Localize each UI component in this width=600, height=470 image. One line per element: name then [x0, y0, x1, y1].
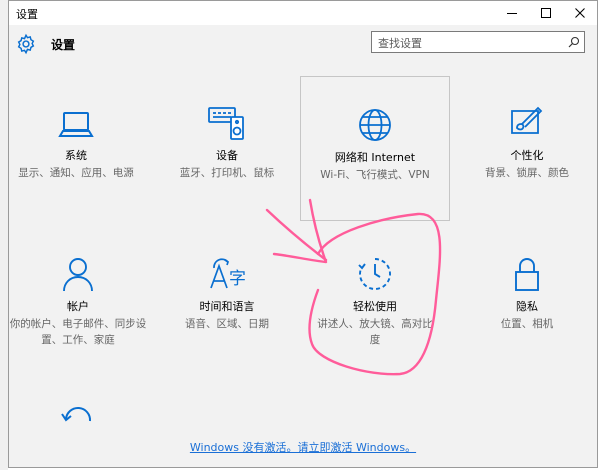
svg-text:字: 字 — [229, 269, 246, 289]
close-button[interactable] — [563, 1, 597, 25]
window-title: 设置 — [16, 8, 38, 21]
globe-icon — [359, 109, 391, 141]
maximize-button[interactable] — [529, 1, 563, 25]
tile-name: 系统 — [65, 149, 87, 162]
tile-description: 位置、相机 — [500, 318, 554, 330]
tile-name: 帐户 — [67, 300, 89, 313]
laptop-icon — [58, 112, 94, 137]
search-box[interactable] — [371, 31, 585, 53]
tile-description: 显示、通知、应用、电源 — [18, 167, 134, 179]
ease-of-access-icon — [358, 258, 391, 290]
tile-description: 语音、区域、日期 — [185, 318, 269, 330]
tile-personalization[interactable]: 个性化 背景、锁屏、颜色 — [452, 105, 600, 181]
tile-privacy[interactable]: 隐私 位置、相机 — [452, 256, 600, 332]
tile-name: 轻松使用 — [353, 300, 397, 313]
tile-devices[interactable]: 设备 蓝牙、打印机、鼠标 — [152, 105, 302, 181]
tile-name: 个性化 — [510, 149, 544, 162]
devices-icon — [208, 107, 244, 140]
gear-icon — [17, 33, 35, 55]
settings-window: 设置 设置 查找设置 系统 显示、通知、应用、电源 设备 蓝牙、打印机、鼠标 网… — [8, 0, 598, 468]
search-icon[interactable] — [568, 36, 580, 48]
minimize-icon — [507, 13, 517, 14]
paint-icon — [511, 106, 543, 134]
person-icon — [63, 258, 93, 292]
language-icon: 字 — [210, 258, 246, 289]
tile-name: 网络和 Internet — [334, 151, 416, 164]
close-icon — [575, 8, 585, 18]
update-icon — [61, 407, 92, 422]
window-controls — [495, 1, 597, 25]
search-input[interactable] — [376, 33, 560, 53]
tile-network[interactable]: 网络和 Internet Wi-Fi、飞行模式、VPN — [300, 76, 450, 221]
title-bar[interactable]: 设置 — [9, 1, 597, 25]
tile-ease-of-access[interactable]: 轻松使用 讲述人、放大镜、高对比度 — [300, 256, 450, 348]
tile-name: 隐私 — [516, 300, 538, 313]
activate-windows-link[interactable]: Windows 没有激活。请立即激活 Windows。 — [9, 439, 597, 455]
lock-icon — [515, 258, 539, 291]
tile-description: Wi-Fi、飞行模式、VPN — [320, 169, 430, 181]
tile-update-security[interactable] — [3, 401, 153, 433]
tile-time-language[interactable]: 字 时间和语言 语音、区域、日期 — [152, 256, 302, 332]
tile-accounts[interactable]: 帐户 你的帐户、电子邮件、同步设置、工作、家庭 — [3, 256, 153, 348]
tile-name: 时间和语言 — [199, 300, 255, 313]
tile-description: 背景、锁屏、颜色 — [485, 167, 569, 179]
maximize-icon — [541, 8, 551, 18]
tile-system[interactable]: 系统 显示、通知、应用、电源 — [1, 109, 151, 181]
tile-name: 设备 — [216, 149, 238, 162]
tile-description: 讲述人、放大镜、高对比度 — [317, 318, 433, 346]
page-title: 设置 — [51, 38, 76, 52]
background-window-strip — [0, 0, 8, 470]
tile-description: 你的帐户、电子邮件、同步设置、工作、家庭 — [9, 318, 147, 346]
tile-description: 蓝牙、打印机、鼠标 — [179, 167, 275, 179]
minimize-button[interactable] — [495, 1, 529, 25]
settings-header: 设置 — [9, 25, 597, 65]
